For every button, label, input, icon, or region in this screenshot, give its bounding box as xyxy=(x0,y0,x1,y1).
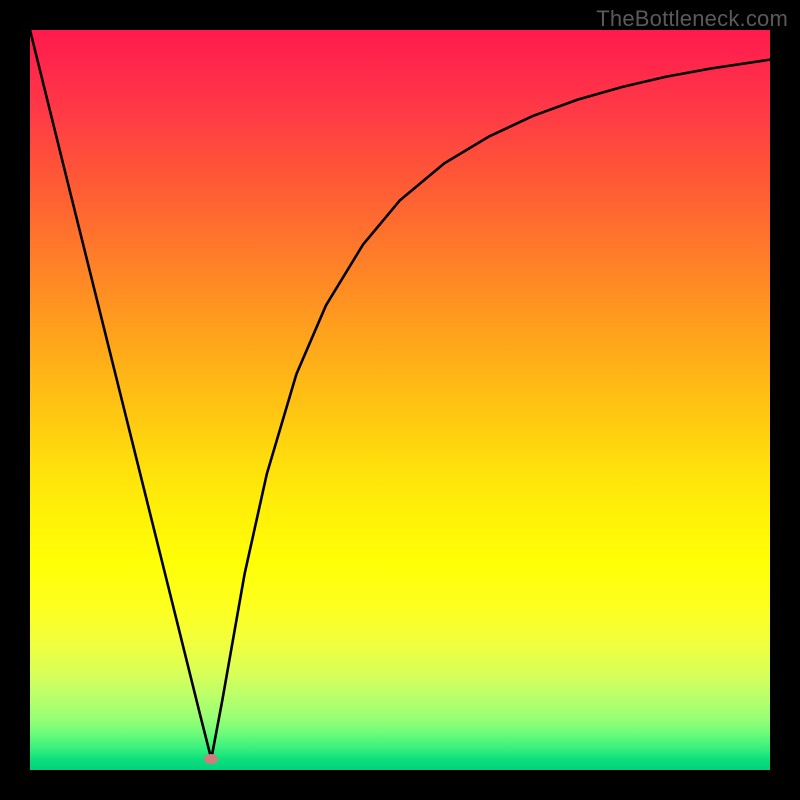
chart-frame: TheBottleneck.com xyxy=(0,0,800,800)
watermark-text: TheBottleneck.com xyxy=(596,6,788,32)
v-curve xyxy=(30,30,770,770)
curve-path xyxy=(30,30,770,759)
minimum-marker xyxy=(204,754,218,764)
plot-area xyxy=(30,30,770,770)
